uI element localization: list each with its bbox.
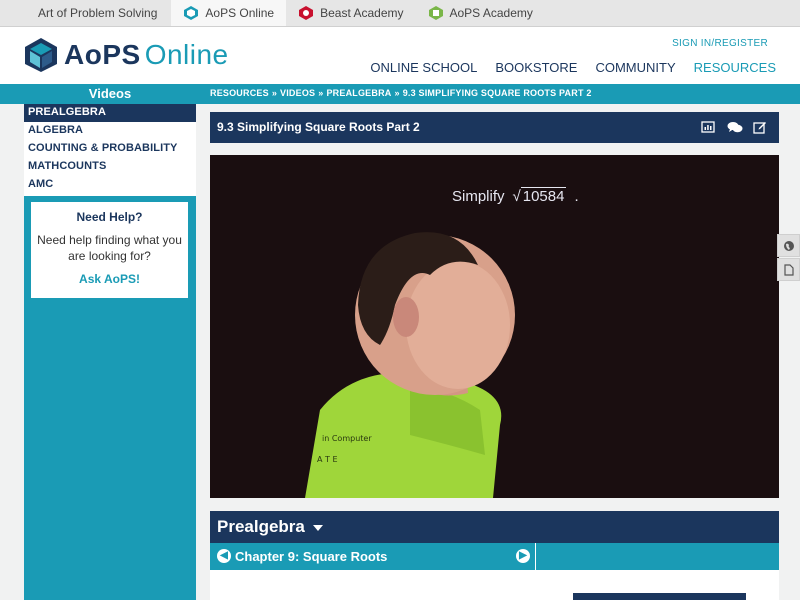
breadcrumb-current: 9.3 SIMPLIFYING SQUARE ROOTS PART 2 bbox=[402, 88, 592, 98]
sidebar-item-algebra[interactable]: ALGEBRA bbox=[24, 122, 196, 140]
main-nav: ONLINE SCHOOL BOOKSTORE COMMUNITY RESOUR… bbox=[370, 60, 776, 75]
course-title: Prealgebra bbox=[217, 517, 323, 537]
aops-online-logo-icon bbox=[183, 5, 199, 21]
sidebar-item-mathcounts[interactable]: MATHCOUNTS bbox=[24, 158, 196, 176]
caret-down-icon bbox=[312, 524, 323, 531]
chapter-bar: ◀ Chapter 9: Square Roots ▶ bbox=[210, 543, 779, 570]
beast-academy-logo-icon bbox=[298, 5, 314, 21]
panel-button[interactable] bbox=[573, 593, 746, 600]
help-text: Need help finding what you are looking f… bbox=[37, 233, 182, 263]
category-list: PREALGEBRA ALGEBRA COUNTING & PROBABILIT… bbox=[24, 104, 196, 196]
video-sidebar: PREALGEBRA ALGEBRA COUNTING & PROBABILIT… bbox=[24, 104, 196, 600]
breadcrumb-separator: » bbox=[394, 88, 400, 98]
sign-in-register-link[interactable]: SIGN IN/REGISTER bbox=[672, 38, 768, 49]
svg-text:in Computer: in Computer bbox=[322, 434, 372, 443]
next-chapter-icon[interactable]: ▶ bbox=[516, 549, 530, 563]
site-link-beast-academy[interactable]: Beast Academy bbox=[286, 0, 415, 26]
course-title-text: Prealgebra bbox=[217, 517, 305, 536]
sidebar-item-counting-probability[interactable]: COUNTING & PROBABILITY bbox=[24, 140, 196, 158]
breadcrumb-videos[interactable]: VIDEOS bbox=[280, 88, 315, 98]
help-heading: Need Help? bbox=[76, 210, 143, 224]
instructor-image: in Computer A T E bbox=[305, 232, 515, 498]
site-link-aops-online[interactable]: AoPS Online bbox=[171, 0, 287, 26]
breadcrumb-resources[interactable]: RESOURCES bbox=[210, 88, 269, 98]
chart-icon[interactable] bbox=[701, 120, 715, 134]
site-link-aops-academy[interactable]: AoPS Academy bbox=[416, 0, 545, 26]
brand-main-text: AoPS bbox=[64, 39, 141, 70]
aops-cube-logo-icon bbox=[25, 38, 57, 72]
site-link-aops-label: Art of Problem Solving bbox=[38, 6, 158, 20]
site-link-aops[interactable]: Art of Problem Solving bbox=[0, 0, 171, 26]
nav-bookstore[interactable]: BOOKSTORE bbox=[495, 60, 577, 75]
nav-resources[interactable]: RESOURCES bbox=[694, 60, 776, 75]
edit-icon[interactable] bbox=[753, 120, 767, 134]
video-title-bar: 9.3 Simplifying Square Roots Part 2 bbox=[210, 112, 779, 143]
breadcrumb: RESOURCES» VIDEOS» PREALGEBRA» 9.3 SIMPLIFY… bbox=[210, 88, 592, 98]
globe-icon[interactable] bbox=[777, 234, 800, 257]
breadcrumb-prealgebra[interactable]: PREALGEBRA bbox=[326, 88, 391, 98]
ask-aops-link[interactable]: Ask AoPS! bbox=[31, 272, 188, 286]
sidebar-item-prealgebra[interactable]: PREALGEBRA bbox=[24, 104, 196, 122]
aops-online-logo[interactable]: AoPS Online bbox=[24, 37, 229, 73]
sidebar-title: Videos bbox=[88, 86, 132, 101]
svg-text:A T E: A T E bbox=[317, 455, 338, 464]
prev-chapter-icon[interactable]: ◀ bbox=[217, 549, 231, 563]
section-bar: Videos RESOURCES» VIDEOS» PREALGEBRA» 9.3 S… bbox=[0, 84, 800, 104]
nav-community[interactable]: COMMUNITY bbox=[595, 60, 675, 75]
video-list-panel bbox=[210, 570, 779, 600]
video-player[interactable]: Simplify √ 10584 . in Computer A T E bbox=[210, 155, 779, 498]
document-icon[interactable] bbox=[777, 258, 800, 281]
course-bar[interactable]: Prealgebra bbox=[210, 511, 779, 543]
aops-academy-logo-icon bbox=[428, 5, 444, 21]
chapter-title[interactable]: Chapter 9: Square Roots bbox=[235, 549, 387, 564]
site-link-aops-academy-label: AoPS Academy bbox=[449, 6, 533, 20]
video-title: 9.3 Simplifying Square Roots Part 2 bbox=[217, 120, 420, 134]
site-header: AoPS Online SIGN IN/REGISTER ONLINE SCHOO… bbox=[0, 27, 800, 84]
video-actions bbox=[701, 120, 767, 134]
site-link-beast-academy-label: Beast Academy bbox=[320, 6, 404, 20]
comments-icon[interactable] bbox=[727, 120, 743, 134]
sidebar-item-amc[interactable]: AMC bbox=[24, 176, 196, 194]
brand-sub-text: Online bbox=[144, 39, 229, 70]
breadcrumb-separator: » bbox=[318, 88, 324, 98]
help-box: Need Help? Need help finding what you ar… bbox=[31, 202, 188, 298]
breadcrumb-separator: » bbox=[271, 88, 278, 98]
site-link-aops-online-label: AoPS Online bbox=[205, 6, 275, 20]
nav-online-school[interactable]: ONLINE SCHOOL bbox=[370, 60, 477, 75]
chapter-nav: ◀ Chapter 9: Square Roots ▶ bbox=[210, 543, 536, 570]
site-switcher-bar: Art of Problem Solving AoPS Online Beast… bbox=[0, 0, 800, 27]
